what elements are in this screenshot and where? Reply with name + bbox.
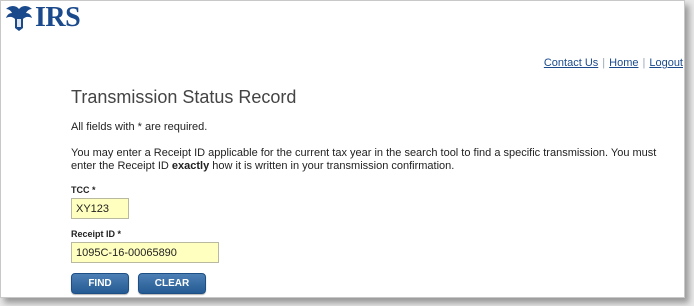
top-nav-links: Contact Us | Home | Logout	[544, 57, 683, 69]
contact-us-link[interactable]: Contact Us	[544, 57, 598, 69]
irs-logo[interactable]: IRS	[4, 2, 81, 33]
clear-button[interactable]: CLEAR	[138, 273, 206, 294]
instructions-text: You may enter a Receipt ID applicable fo…	[71, 147, 681, 173]
tcc-label: TCC *	[71, 185, 96, 195]
irs-logo-text: IRS	[35, 2, 81, 33]
browser-page: IRS Contact Us | Home | Logout Transmiss…	[0, 0, 685, 298]
irs-eagle-icon	[6, 6, 32, 31]
link-separator: |	[602, 57, 606, 69]
home-link[interactable]: Home	[609, 57, 638, 69]
form-buttons: FIND CLEAR	[71, 273, 681, 294]
tcc-input[interactable]	[71, 198, 129, 219]
required-fields-note: All fields with * are required.	[71, 121, 208, 133]
main-content: Transmission Status Record All fields wi…	[71, 87, 681, 294]
receipt-id-label: Receipt ID *	[71, 229, 122, 239]
instructions-emphasis: exactly	[171, 160, 210, 172]
receipt-id-input[interactable]	[71, 242, 219, 263]
instructions-text-part: how it is written in your transmission c…	[209, 160, 455, 172]
logout-link[interactable]: Logout	[649, 57, 683, 69]
page-title: Transmission Status Record	[71, 87, 297, 107]
link-separator: |	[642, 57, 646, 69]
find-button[interactable]: FIND	[71, 273, 129, 294]
